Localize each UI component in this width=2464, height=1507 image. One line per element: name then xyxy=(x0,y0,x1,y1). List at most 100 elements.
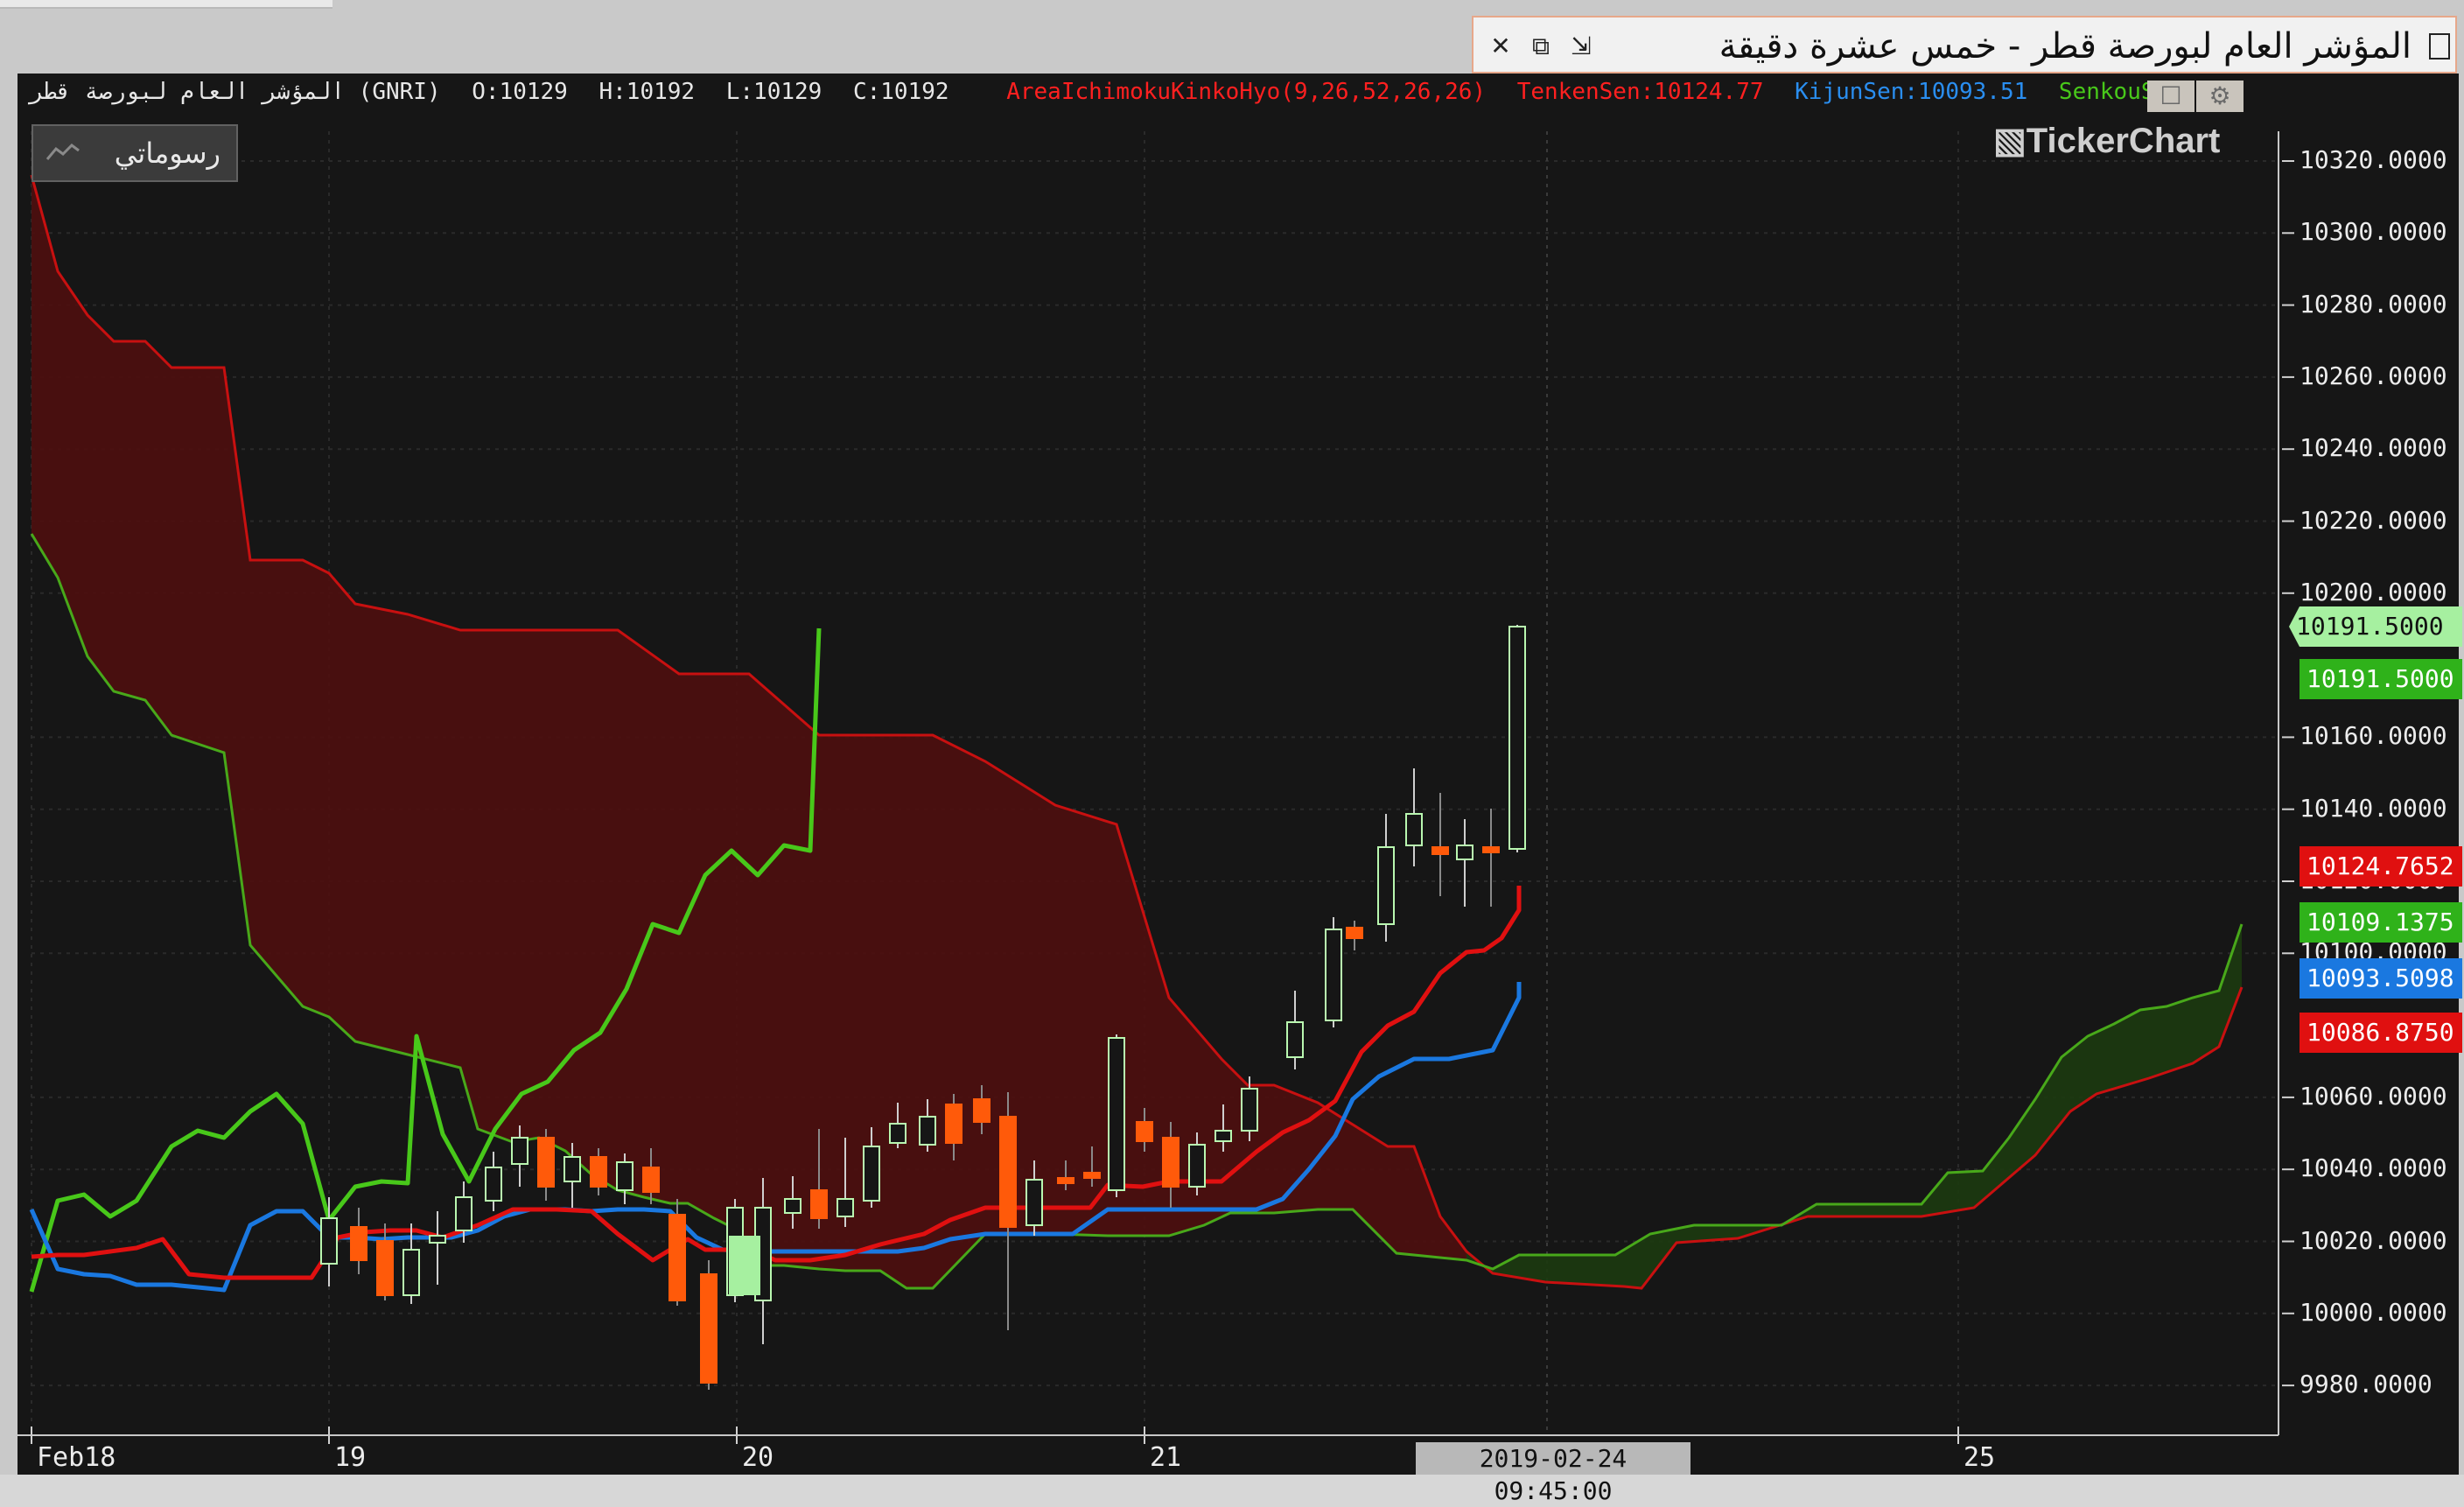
y-tick-label: 10140.0000 xyxy=(2300,793,2447,823)
y-tick-label: 10240.0000 xyxy=(2300,433,2447,463)
bearish-candle xyxy=(537,1129,555,1201)
candle-body xyxy=(1083,1172,1101,1179)
candle-body xyxy=(836,1198,854,1217)
y-tick-label: 10060.0000 xyxy=(2300,1081,2447,1111)
kijun-value: KijunSen:10093.51 xyxy=(1795,79,2028,105)
chart-header: المؤشر العام لبورصة قطر (GNRI) O:10129 H… xyxy=(30,79,2227,109)
panel-settings-icon[interactable]: ⚙ xyxy=(2196,81,2244,112)
price-tag: 10124.7652 xyxy=(2300,846,2462,887)
bearish-candle xyxy=(668,1199,686,1306)
high-value: H:10192 xyxy=(598,79,696,105)
candle-body xyxy=(1432,846,1449,855)
candle-body xyxy=(1188,1144,1206,1188)
candle-body xyxy=(320,1217,338,1265)
price-tag: 10093.5098 xyxy=(2300,958,2462,999)
brand-text: TickerChart xyxy=(2026,122,2221,160)
candle-body xyxy=(784,1198,802,1214)
bullish-candle xyxy=(1377,814,1395,942)
trading-window: ✕ ⧉ ⇲ المؤشر العام لبورصة قطر - خمس عشرة… xyxy=(0,0,2464,1505)
drawings-label: رسوماتي xyxy=(114,137,220,170)
tenkan-value: TenkenSen:10124.77 xyxy=(1516,79,1764,105)
line-chart-icon xyxy=(46,144,80,160)
crosshair-date: 2019-02-24 09:45:00 xyxy=(1416,1442,1690,1505)
candle-body xyxy=(945,1104,962,1144)
x-tick-label: 21 xyxy=(1150,1442,1182,1473)
candle-body xyxy=(1482,846,1500,853)
candle-body xyxy=(1508,626,1526,850)
x-tick-label: 19 xyxy=(334,1442,367,1473)
bullish-candle xyxy=(1286,991,1304,1069)
y-tick-label: 9980.0000 xyxy=(2300,1370,2432,1399)
bullish-candle xyxy=(1405,768,1423,866)
candle-body xyxy=(810,1189,828,1219)
candle-body xyxy=(1241,1088,1258,1132)
bullish-candle xyxy=(1456,819,1474,907)
candle-body xyxy=(616,1161,634,1191)
candle-body xyxy=(485,1167,502,1202)
candle-body xyxy=(376,1240,394,1296)
open-value: O:10129 xyxy=(472,79,568,105)
y-tick-label: 10320.0000 xyxy=(2300,145,2447,174)
candle-body xyxy=(642,1167,660,1193)
y-tick-label: 10300.0000 xyxy=(2300,217,2447,247)
candle-body xyxy=(537,1137,555,1188)
bearish-candle xyxy=(700,1260,718,1390)
candle-body xyxy=(973,1098,990,1123)
drawings-button[interactable]: رسوماتي xyxy=(32,124,238,182)
bullish-candle xyxy=(429,1211,446,1285)
tickerchart-logo: ▧TickerChart xyxy=(1993,122,2221,160)
bearish-candle xyxy=(350,1208,368,1274)
candle-body xyxy=(1108,1037,1125,1191)
bearish-candle xyxy=(376,1223,394,1300)
ichimoku-chart[interactable] xyxy=(0,0,2464,1475)
candle-body xyxy=(1405,813,1423,846)
candle-body xyxy=(1325,929,1342,1021)
candle-body xyxy=(1214,1130,1232,1142)
candle-body xyxy=(1456,845,1474,860)
candle-body xyxy=(1026,1179,1043,1226)
bullish-candle xyxy=(1508,625,1526,852)
candle-body xyxy=(1136,1121,1153,1142)
y-tick-label: 10000.0000 xyxy=(2300,1297,2447,1327)
candle-body xyxy=(889,1123,906,1144)
candle-body xyxy=(350,1226,368,1261)
bullish-candle-filled xyxy=(729,1236,745,1295)
bullish-candle xyxy=(485,1152,502,1211)
candle-body xyxy=(511,1137,528,1165)
price-tag: 10109.1375 xyxy=(2300,902,2462,943)
candle-body xyxy=(1162,1137,1180,1188)
panel-maximize-icon[interactable]: ☐ xyxy=(2147,81,2194,112)
y-tick-label: 10020.0000 xyxy=(2300,1225,2447,1255)
bullish-candle-filled xyxy=(745,1236,760,1295)
bullish-candle xyxy=(1325,917,1342,1027)
y-tick-label: 10260.0000 xyxy=(2300,361,2447,390)
x-tick-label: 25 xyxy=(1964,1442,1996,1473)
x-tick-label: Feb18 xyxy=(37,1442,116,1473)
candle-body xyxy=(455,1196,472,1231)
candle-body xyxy=(590,1156,607,1188)
candle-body xyxy=(564,1156,581,1182)
candle-body xyxy=(919,1116,936,1146)
price-tag: 10191.5000 xyxy=(2300,659,2462,699)
y-tick-label: 10200.0000 xyxy=(2300,577,2447,606)
candle-body xyxy=(1346,927,1363,939)
candle-body xyxy=(863,1146,880,1202)
close-value: C:10192 xyxy=(852,79,949,105)
bearish-candle xyxy=(999,1092,1017,1330)
candle-body xyxy=(1286,1021,1304,1058)
price-tag: 10191.5000 xyxy=(2289,606,2462,647)
candle-body xyxy=(999,1116,1017,1228)
candle-body xyxy=(429,1235,446,1244)
symbol-name: المؤشر العام لبورصة قطر (GNRI) xyxy=(30,79,441,105)
indicator-name: AreaIchimokuKinkoHyo(9,26,52,26,26) xyxy=(1006,79,1487,105)
price-tag: 10086.8750 xyxy=(2300,1013,2462,1053)
candle-body xyxy=(700,1273,718,1384)
bearish-candle xyxy=(1482,809,1500,907)
candle-body xyxy=(1057,1177,1074,1184)
bullish-candle xyxy=(1108,1034,1125,1197)
bearish-candle xyxy=(1346,921,1363,950)
candle-body xyxy=(402,1249,420,1296)
y-tick-label: 10220.0000 xyxy=(2300,505,2447,535)
candle-body xyxy=(1377,846,1395,925)
y-tick-label: 10040.0000 xyxy=(2300,1153,2447,1183)
